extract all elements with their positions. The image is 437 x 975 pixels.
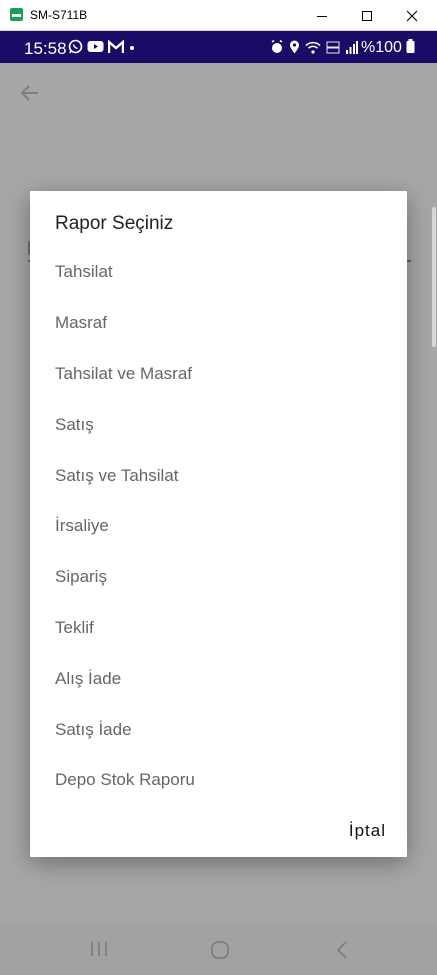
report-item-irsaliye[interactable]: İrsaliye [30,501,407,552]
report-item-tahsilat-ve-masraf[interactable]: Tahsilat ve Masraf [30,349,407,400]
report-select-dialog: Rapor Seçiniz Tahsilat Masraf Tahsilat v… [30,191,407,857]
report-item-depo-stok-raporu[interactable]: Depo Stok Raporu [30,755,407,806]
close-button[interactable] [390,0,434,31]
minimize-icon [317,15,327,17]
dialog-title: Rapor Seçiniz [55,213,174,234]
minimize-button[interactable] [300,0,344,31]
report-item-satis-ve-tahsilat[interactable]: Satış ve Tahsilat [30,450,407,501]
location-icon [290,40,299,54]
home-icon[interactable] [211,941,229,959]
back-arrow-icon[interactable] [20,83,40,103]
notification-icons [68,39,136,54]
volte-icon [326,41,340,53]
status-time: 15:58 [24,39,67,58]
report-item-masraf[interactable]: Masraf [30,298,407,349]
navigation-bar [0,923,437,975]
system-icons [270,40,358,54]
report-item-tahsilat[interactable]: Tahsilat [30,247,407,298]
alarm-icon [271,40,283,53]
dot-icon [130,45,134,50]
battery-icon [406,39,415,53]
whatsapp-icon [68,39,83,54]
window-title: SM-S711B [30,8,88,22]
cancel-button[interactable]: İptal [349,821,386,841]
report-item-alis-iade[interactable]: Alış İade [30,653,407,704]
phone-screen: 15:58 %100 Rapor Seçiniz Tahsilat Masraf… [0,31,437,975]
signal-icon [346,40,358,54]
app-icon [10,8,23,21]
window-title-bar: SM-S711B [0,0,437,31]
report-item-teklif[interactable]: Teklif [30,603,407,654]
wifi-icon [305,41,321,54]
report-item-satis-iade[interactable]: Satış İade [30,704,407,755]
report-list: Tahsilat Masraf Tahsilat ve Masraf Satış… [30,247,407,806]
gmail-icon [108,39,124,53]
back-icon[interactable] [336,941,348,959]
report-item-siparis[interactable]: Sipariş [30,552,407,603]
report-item-satis[interactable]: Satış [30,399,407,450]
youtube-icon [87,41,104,52]
close-icon [406,10,418,21]
battery-level: %100 [361,39,415,57]
scroll-indicator [432,207,436,347]
recents-icon[interactable] [90,941,108,957]
maximize-icon [362,10,372,21]
maximize-button[interactable] [345,0,389,31]
status-bar: 15:58 %100 [0,31,437,63]
